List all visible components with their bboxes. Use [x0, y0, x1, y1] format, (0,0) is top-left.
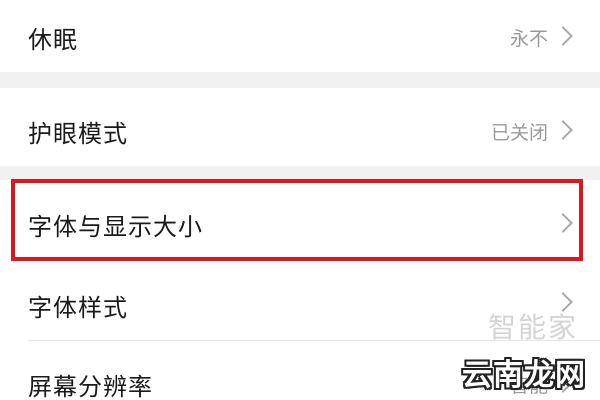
watermark: 智能家 云南龙网 [456, 306, 586, 396]
section-gap [0, 166, 600, 180]
settings-item-eye-protection[interactable]: 护眼模式 已关闭 [0, 88, 600, 166]
settings-item-label: 护眼模式 [28, 120, 128, 148]
watermark-bottom-text: 云南龙网 [462, 358, 586, 393]
chevron-right-icon [553, 26, 573, 46]
settings-item-label: 字体样式 [28, 294, 128, 322]
settings-screen: 休眠 永不 护眼模式 已关闭 字体与显示大小 字体样式 屏幕分辨率 智能 智能家… [0, 0, 600, 400]
settings-item-label: 休眠 [28, 26, 78, 54]
watermark-top-text: 智能家 [487, 311, 578, 344]
settings-item-value: 永不 [509, 28, 548, 50]
settings-item-sleep[interactable]: 休眠 永不 [0, 0, 600, 72]
chevron-right-icon [553, 120, 573, 140]
settings-item-value: 已关闭 [490, 122, 548, 144]
section-gap [0, 72, 600, 88]
highlight-box [11, 179, 583, 261]
settings-item-label: 屏幕分辨率 [28, 373, 153, 400]
